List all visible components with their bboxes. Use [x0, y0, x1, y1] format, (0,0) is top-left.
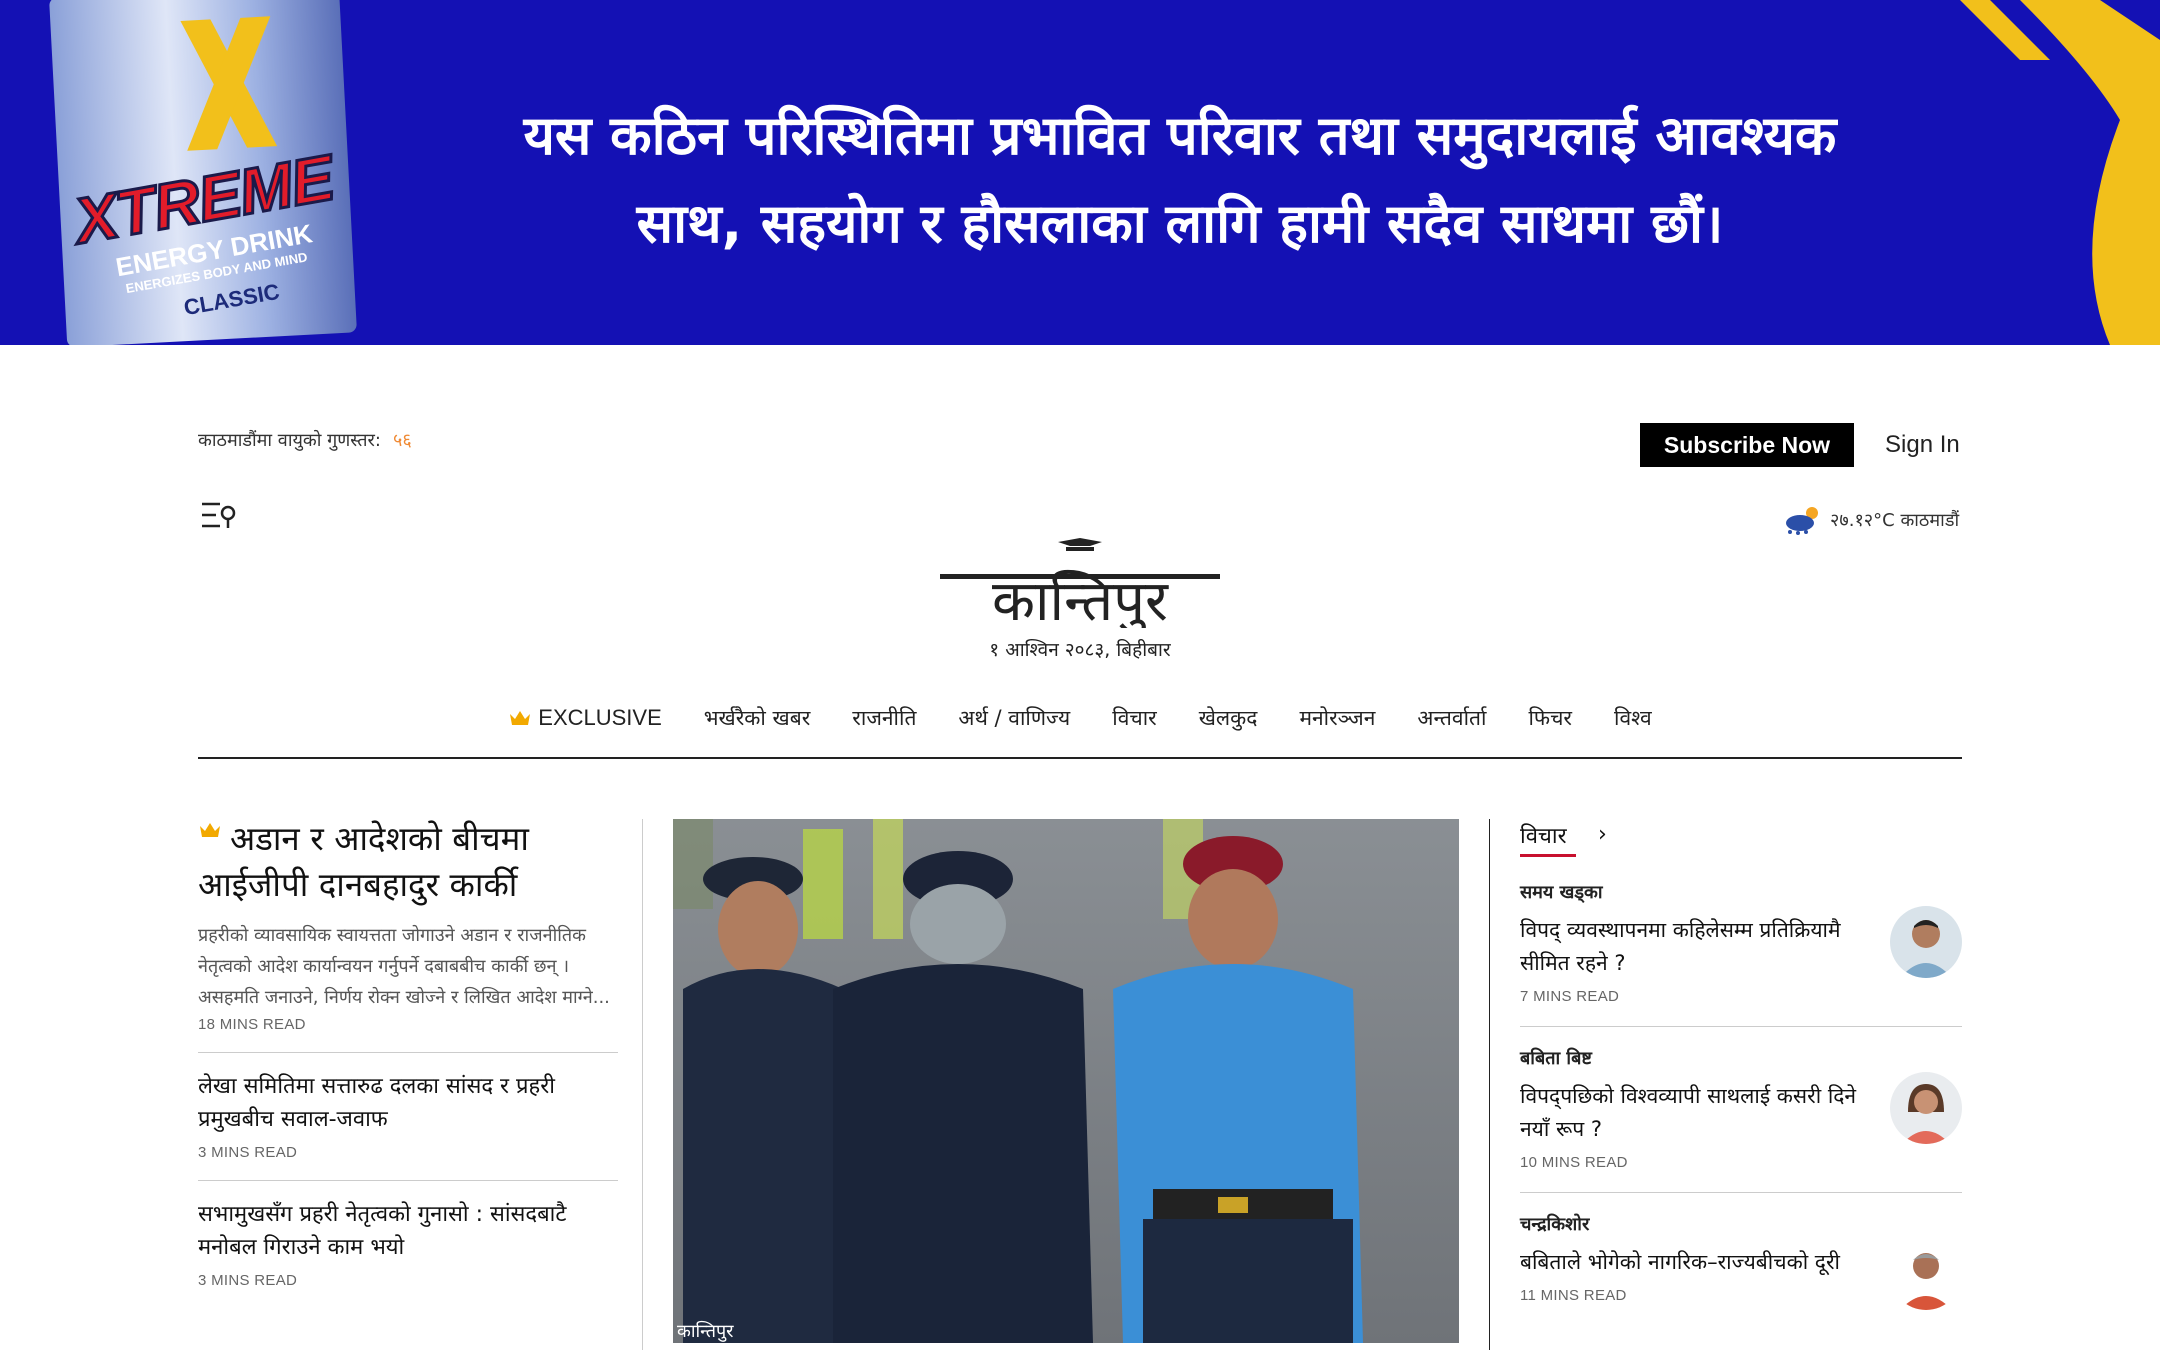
opinion-title: विपद्पछिको विश्वव्यापी साथलाई कसरी दिने …	[1520, 1084, 1857, 1141]
divider	[1520, 1192, 1962, 1193]
story-headline-link[interactable]: लेखा समितिमा सत्तारुढ दलका सांसद र प्रहर…	[198, 1070, 623, 1136]
story-headline-link[interactable]: सभामुखसँग प्रहरी नेतृत्वको गुनासो : सांस…	[198, 1198, 623, 1264]
divider	[1520, 1026, 1962, 1027]
logo-graphic: कान्तिपुर	[940, 538, 1220, 636]
menu-search-icon[interactable]	[200, 500, 240, 532]
advertisement-banner[interactable]: XTREME ENERGY DRINK ENERGIZES BODY AND M…	[0, 0, 2160, 345]
column-divider	[1489, 819, 1490, 1350]
opinion-item[interactable]: बबिता बिष्ट विपद्पछिको विश्वव्यापी साथला…	[1520, 1046, 1962, 1171]
read-time: 10 MINS READ	[1520, 1154, 1628, 1171]
read-time: 3 MINS READ	[198, 1144, 298, 1161]
lead-photo[interactable]: कान्तिपुर	[673, 819, 1459, 1343]
divider	[198, 1052, 618, 1053]
opinion-title: बबिताले भोगेको नागरिक–राज्यबीचको दूरी	[1520, 1250, 1840, 1274]
heading-underline	[1520, 854, 1576, 857]
lead-headline: अडान र आदेशको बीचमा आईजीपी दानबहादुर कार…	[198, 819, 529, 904]
photo-watermark: कान्तिपुर	[677, 1321, 734, 1342]
sign-in-link[interactable]: Sign In	[1885, 431, 1960, 459]
read-time: 3 MINS READ	[198, 1272, 298, 1289]
lead-headline-link[interactable]: अडान र आदेशको बीचमा आईजीपी दानबहादुर कार…	[198, 816, 618, 908]
author-avatar	[1890, 1238, 1962, 1310]
opinion-item[interactable]: समय खड्का विपद् व्यवस्थापनमा कहिलेसम्म प…	[1520, 880, 1962, 1005]
aqi-value: ५६	[392, 430, 412, 451]
nav-item-politics[interactable]: राजनीति	[831, 704, 937, 732]
author-avatar	[1890, 906, 1962, 978]
x-logo-icon	[180, 16, 278, 151]
banner-message: यस कठिन परिस्थितिमा प्रभावित परिवार तथा …	[523, 104, 1837, 255]
date-line: १ आश्विन २०८३, बिहीबार	[989, 639, 1171, 661]
opinion-author: समय खड्का	[1520, 882, 1603, 903]
opinion-section-link[interactable]: विचार ›	[1520, 820, 1607, 857]
nav-divider	[198, 757, 1962, 759]
column-divider	[642, 819, 643, 1350]
crown-icon	[510, 711, 531, 725]
nav-item-feature[interactable]: फिचर	[1507, 704, 1593, 732]
weather-text: २७.१२°C काठमाडौं	[1830, 510, 1960, 531]
nav-item-entertainment[interactable]: मनोरञ्जन	[1278, 704, 1396, 732]
read-time: 7 MINS READ	[1520, 988, 1620, 1005]
air-quality-indicator[interactable]: काठमाडौंमा वायुको गुणस्तर: ५६	[198, 428, 412, 452]
logo-text: कान्तिपुर	[992, 569, 1169, 628]
subscribe-button[interactable]: Subscribe Now	[1640, 423, 1854, 467]
crown-icon	[200, 823, 220, 837]
chevron-right-icon: ›	[1598, 822, 1607, 847]
weather-widget: २७.१२°C काठमाडौं	[1782, 505, 1959, 535]
main-nav: EXCLUSIVE भर्खरैको खबर राजनीति अर्थ / वा…	[0, 704, 2160, 732]
author-avatar	[1890, 1072, 1962, 1144]
nav-item-business[interactable]: अर्थ / वाणिज्य	[937, 704, 1091, 732]
nav-item-interview[interactable]: अन्तर्वार्ता	[1396, 704, 1507, 732]
nav-item-sports[interactable]: खेलकुद	[1178, 704, 1279, 732]
read-time: 18 MINS READ	[198, 1016, 306, 1033]
yellow-swoosh-decoration	[1960, 0, 2160, 345]
nav-item-opinion[interactable]: विचार	[1091, 704, 1177, 732]
opinion-author: बबिता बिष्ट	[1520, 1048, 1592, 1069]
nav-item-latest[interactable]: भर्खरैको खबर	[683, 704, 832, 732]
divider	[198, 1180, 618, 1181]
nav-item-world[interactable]: विश्व	[1593, 704, 1673, 732]
police-officers-photo	[673, 819, 1459, 1343]
kantipur-logo[interactable]: कान्तिपुर	[940, 538, 1220, 636]
lead-summary: प्रहरीको व्यावसायिक स्वायत्तता जोगाउने अ…	[198, 925, 610, 1008]
weather-icon	[1786, 507, 1818, 535]
opinion-item[interactable]: चन्द्रकिशोर बबिताले भोगेको नागरिक–राज्यब…	[1520, 1212, 1962, 1310]
nav-item-exclusive[interactable]: EXCLUSIVE	[487, 704, 683, 732]
opinion-author: चन्द्रकिशोर	[1520, 1214, 1590, 1235]
opinion-title: विपद् व्यवस्थापनमा कहिलेसम्म प्रतिक्रिया…	[1520, 918, 1841, 975]
